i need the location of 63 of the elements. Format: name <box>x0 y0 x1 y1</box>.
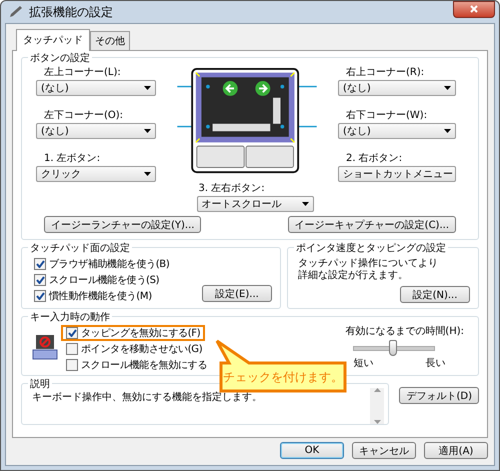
group-title: ポインタ速度とタッピングの設定 <box>294 241 448 255</box>
dropdown[interactable]: (なし) <box>338 80 456 96</box>
window-title: 拡張機能の設定 <box>29 4 113 20</box>
description-text: キーボード操作中、無効にする機能を指定します。 <box>32 392 262 405</box>
close-icon <box>470 5 478 13</box>
scroll-up-icon <box>374 388 381 392</box>
pen-icon <box>9 6 23 18</box>
field-label: 右下コーナー(W): <box>346 109 428 122</box>
checkbox[interactable] <box>66 343 78 355</box>
slider-label: 有効になるまでの時間(H): <box>345 324 464 338</box>
scroll-down-icon <box>374 420 381 424</box>
slider-min-label: 短い <box>353 357 374 370</box>
tab[interactable]: タッチパッド <box>16 29 90 51</box>
callout-text: チェックを付けます。 <box>222 368 344 386</box>
dialog-button[interactable]: キャンセル <box>352 442 416 459</box>
checkbox-label: 慣性動作機能を使う(M) <box>49 290 152 303</box>
dropdown[interactable]: オートスクロール <box>196 196 314 212</box>
scrollbar[interactable] <box>370 388 384 424</box>
caret-icon <box>444 86 451 90</box>
checkbox-label: タッピングを無効にする(F) <box>81 326 200 340</box>
field-label: 1. 左ボタン: <box>44 152 102 165</box>
field-label: 左上コーナー(L): <box>44 66 122 79</box>
default-button[interactable]: デフォルト(D) <box>399 387 479 404</box>
field-label: 3. 左右ボタン: <box>198 182 266 195</box>
description-text: タッチパッド操作についてより詳細な設定が行えます。 <box>298 258 439 282</box>
group-title: タッチパッド面の設定 <box>28 241 132 255</box>
group-title: ボタンの設定 <box>28 51 92 65</box>
checkbox[interactable] <box>34 274 46 286</box>
slider-track[interactable] <box>353 340 436 356</box>
dropdown[interactable]: クリック <box>36 166 156 182</box>
keyboard-icon <box>32 334 58 360</box>
checkbox-label: スクロール機能を使う(S) <box>49 274 160 287</box>
slider-max-label: 長い <box>425 357 446 370</box>
dialog-button[interactable]: OK <box>280 442 344 459</box>
group-title: キー入力時の動作 <box>28 310 112 324</box>
checkbox-label: スクロール機能を無効にする <box>81 358 208 372</box>
tab[interactable]: その他 <box>90 31 130 51</box>
checkbox-label: ブラウザ補助機能を使う(B) <box>49 258 170 271</box>
checkbox[interactable] <box>34 258 46 270</box>
settings-button[interactable]: イージーランチャーの設定(Y)... <box>44 216 202 233</box>
close-button[interactable] <box>453 0 495 18</box>
field-label: 左下コーナー(O): <box>44 109 124 122</box>
field-label: 右上コーナー(R): <box>346 66 426 79</box>
caret-icon <box>144 86 151 90</box>
caret-icon <box>144 172 151 176</box>
dropdown[interactable]: (なし) <box>36 123 156 139</box>
group-title: 説明 <box>28 377 52 391</box>
dropdown[interactable]: (なし) <box>338 123 456 139</box>
settings-button[interactable]: 設定(E)... <box>202 285 272 302</box>
checkbox[interactable] <box>34 290 46 302</box>
slider-thumb[interactable] <box>388 340 397 356</box>
dropdown[interactable]: ショートカットメニュー <box>338 166 456 182</box>
checkbox[interactable] <box>66 359 78 371</box>
caret-icon <box>144 129 151 133</box>
dialog-button[interactable]: 適用(A) <box>424 442 488 459</box>
checkbox-label: ポインタを移動させない(G) <box>81 343 202 356</box>
checkbox[interactable] <box>66 327 78 339</box>
dropdown[interactable]: (なし) <box>36 80 156 96</box>
settings-button[interactable]: イージーキャプチャーの設定(C)... <box>288 216 456 233</box>
field-label: 2. 右ボタン: <box>346 152 404 165</box>
caret-icon <box>444 129 451 133</box>
caret-icon <box>302 202 308 206</box>
settings-button[interactable]: 設定(N)... <box>400 286 470 303</box>
